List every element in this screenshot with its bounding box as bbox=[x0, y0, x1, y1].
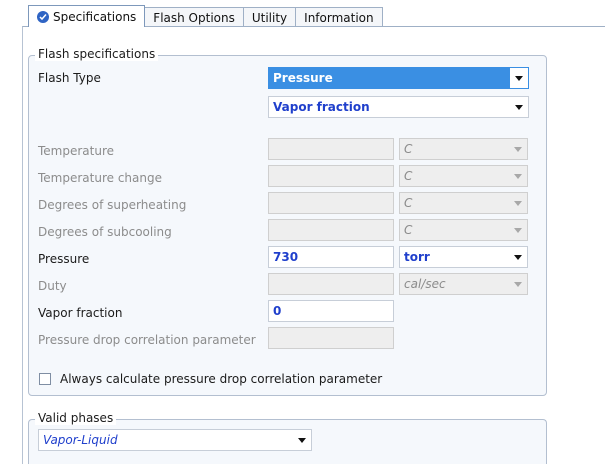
dropdown-button[interactable] bbox=[293, 430, 311, 450]
duty-unit-select[interactable]: cal/sec bbox=[399, 273, 528, 295]
tab-strip: Specifications Flash Options Utility Inf… bbox=[28, 5, 383, 27]
vapor-fraction-value: 0 bbox=[273, 304, 282, 318]
duty-input[interactable] bbox=[268, 273, 394, 295]
dropdown-button[interactable] bbox=[509, 247, 527, 267]
temperature-label: Temperature bbox=[38, 144, 115, 158]
dropdown-button[interactable] bbox=[509, 220, 527, 240]
dropdown-button[interactable] bbox=[510, 97, 528, 117]
tab-flash-options[interactable]: Flash Options bbox=[144, 7, 244, 27]
always-calculate-checkbox[interactable] bbox=[39, 373, 51, 385]
tab-label: Flash Options bbox=[153, 10, 235, 25]
unit-value: torr bbox=[404, 250, 430, 264]
pressure-unit-select[interactable]: torr bbox=[399, 246, 528, 268]
group-title: Flash specifications bbox=[35, 47, 159, 61]
flash-type-select[interactable]: Pressure bbox=[268, 67, 529, 89]
vapor-fraction-label: Vapor fraction bbox=[38, 306, 123, 320]
duty-label: Duty bbox=[38, 279, 67, 293]
unit-value: C bbox=[404, 223, 413, 237]
superheating-unit-select[interactable]: C bbox=[399, 192, 528, 214]
unit-value: C bbox=[404, 196, 413, 210]
chevron-down-icon bbox=[514, 201, 522, 206]
chevron-down-icon bbox=[515, 105, 523, 110]
chevron-down-icon bbox=[514, 147, 522, 152]
temperature-input[interactable] bbox=[268, 138, 394, 160]
superheating-input[interactable] bbox=[268, 192, 394, 214]
dropdown-button[interactable] bbox=[509, 166, 527, 186]
tab-information[interactable]: Information bbox=[295, 7, 383, 27]
temperature-unit-select[interactable]: C bbox=[399, 138, 528, 160]
subcooling-label: Degrees of subcooling bbox=[38, 225, 172, 239]
check-circle-icon bbox=[37, 10, 49, 23]
valid-phases-select[interactable]: Vapor-Liquid bbox=[38, 429, 312, 451]
subcooling-unit-select[interactable]: C bbox=[399, 219, 528, 241]
second-spec-select[interactable]: Vapor fraction bbox=[268, 96, 529, 118]
flash-type-value: Pressure bbox=[273, 71, 333, 85]
group-title: Valid phases bbox=[35, 411, 117, 425]
unit-value: C bbox=[404, 142, 413, 156]
unit-value: cal/sec bbox=[404, 277, 446, 291]
subcooling-input[interactable] bbox=[268, 219, 394, 241]
pressure-value: 730 bbox=[273, 250, 299, 264]
chevron-down-icon bbox=[298, 438, 306, 443]
chevron-down-icon bbox=[514, 228, 522, 233]
tab-label: Specifications bbox=[53, 9, 137, 24]
tab-utility[interactable]: Utility bbox=[242, 7, 297, 27]
flash-type-label: Flash Type bbox=[38, 71, 101, 85]
tab-label: Utility bbox=[251, 10, 288, 25]
valid-phases-value: Vapor-Liquid bbox=[43, 433, 118, 447]
pressure-input[interactable]: 730 bbox=[268, 246, 394, 268]
second-spec-value: Vapor fraction bbox=[273, 100, 370, 114]
superheating-label: Degrees of superheating bbox=[38, 198, 187, 212]
dropdown-button[interactable] bbox=[509, 139, 527, 159]
chevron-down-icon bbox=[515, 76, 523, 81]
dropdown-button[interactable] bbox=[509, 274, 527, 294]
always-calculate-label: Always calculate pressure drop correlati… bbox=[60, 372, 383, 386]
temperature-change-label: Temperature change bbox=[38, 171, 162, 185]
chevron-down-icon bbox=[514, 282, 522, 287]
pressure-drop-input[interactable] bbox=[268, 327, 394, 349]
chevron-down-icon bbox=[514, 174, 522, 179]
tab-specifications[interactable]: Specifications bbox=[28, 5, 146, 27]
chevron-down-icon bbox=[514, 255, 522, 260]
pressure-drop-label: Pressure drop correlation parameter bbox=[38, 333, 256, 347]
pressure-label: Pressure bbox=[38, 252, 90, 266]
dropdown-button[interactable] bbox=[510, 68, 528, 88]
dropdown-button[interactable] bbox=[509, 193, 527, 213]
temperature-change-input[interactable] bbox=[268, 165, 394, 187]
tab-label: Information bbox=[304, 10, 374, 25]
temperature-change-unit-select[interactable]: C bbox=[399, 165, 528, 187]
unit-value: C bbox=[404, 169, 413, 183]
vapor-fraction-input[interactable]: 0 bbox=[268, 300, 394, 322]
